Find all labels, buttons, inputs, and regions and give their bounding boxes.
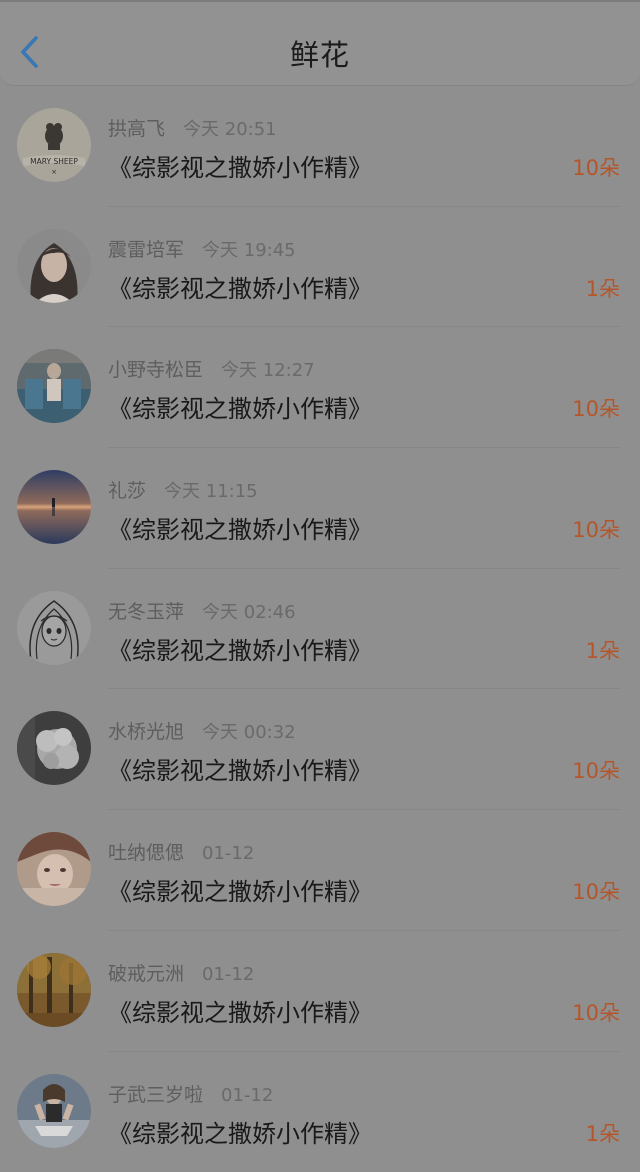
avatar[interactable]: [17, 1074, 91, 1148]
book-title[interactable]: 《综影视之撒娇小作精》: [108, 751, 372, 786]
item-meta: 无冬玉萍今天 02:46: [108, 597, 296, 624]
list-item[interactable]: MARY SHEEP × 拱高飞今天 20:51 《综影视之撒娇小作精》 10朵: [0, 86, 640, 207]
list-item[interactable]: 无冬玉萍今天 02:46 《综影视之撒娇小作精》 1朵: [0, 569, 640, 690]
timestamp: 01-12: [202, 843, 254, 864]
timestamp: 今天 11:15: [164, 481, 258, 502]
flower-count: 10朵: [572, 393, 620, 423]
user-name[interactable]: 震雷培军: [108, 239, 184, 261]
avatar[interactable]: [17, 229, 91, 303]
item-meta: 小野寺松臣今天 12:27: [108, 355, 315, 382]
item-meta: 子武三岁啦 01-12: [108, 1080, 273, 1107]
list-item[interactable]: 水桥光旭今天 00:32 《综影视之撒娇小作精》 10朵: [0, 689, 640, 810]
avatar[interactable]: [17, 711, 91, 785]
flower-list: MARY SHEEP × 拱高飞今天 20:51 《综影视之撒娇小作精》 10朵…: [0, 86, 640, 1172]
avatar[interactable]: [17, 349, 91, 423]
user-name[interactable]: 破戒元洲: [108, 963, 184, 985]
book-title[interactable]: 《综影视之撒娇小作精》: [108, 269, 372, 304]
avatar[interactable]: [17, 832, 91, 906]
white-flowers-icon: [17, 711, 91, 785]
book-title[interactable]: 《综影视之撒娇小作精》: [108, 993, 372, 1028]
book-title[interactable]: 《综影视之撒娇小作精》: [108, 872, 372, 907]
flower-count: 10朵: [572, 514, 620, 544]
user-name[interactable]: 子武三岁啦: [108, 1084, 203, 1106]
item-meta: 水桥光旭今天 00:32: [108, 717, 296, 744]
list-item[interactable]: 礼莎今天 11:15 《综影视之撒娇小作精》 10朵: [0, 448, 640, 569]
book-title[interactable]: 《综影视之撒娇小作精》: [108, 389, 372, 424]
timestamp: 今天 19:45: [202, 240, 296, 261]
user-name[interactable]: 无冬玉萍: [108, 601, 184, 623]
list-item[interactable]: 小野寺松臣今天 12:27 《综影视之撒娇小作精》 10朵: [0, 327, 640, 448]
user-name[interactable]: 小野寺松臣: [108, 359, 203, 381]
flower-count: 10朵: [572, 755, 620, 785]
girl-sitting-icon: [17, 1074, 91, 1148]
woman-closeup-icon: [17, 832, 91, 906]
svg-text:×: ×: [51, 168, 57, 176]
avatar[interactable]: [17, 953, 91, 1027]
timestamp: 今天 02:46: [202, 602, 296, 623]
page-title: 鲜花: [0, 32, 640, 74]
mary-sheep-logo-icon: MARY SHEEP ×: [17, 108, 91, 182]
autumn-forest-icon: [17, 953, 91, 1027]
sunset-reflection-icon: [17, 470, 91, 544]
avatar[interactable]: [17, 470, 91, 544]
user-name[interactable]: 水桥光旭: [108, 721, 184, 743]
item-meta: 震雷培军今天 19:45: [108, 235, 296, 262]
item-meta: 拱高飞今天 20:51: [108, 114, 277, 141]
flower-count: 10朵: [572, 876, 620, 906]
book-title[interactable]: 《综影视之撒娇小作精》: [108, 148, 372, 183]
list-item[interactable]: 破戒元洲 01-12 《综影视之撒娇小作精》 10朵: [0, 931, 640, 1052]
item-meta: 吐纳偲偲 01-12: [108, 838, 254, 865]
list-item[interactable]: 子武三岁啦 01-12 《综影视之撒娇小作精》 1朵: [0, 1052, 640, 1172]
avatar[interactable]: [17, 591, 91, 665]
timestamp: 今天 20:51: [183, 119, 277, 140]
book-title[interactable]: 《综影视之撒娇小作精》: [108, 1114, 372, 1149]
item-meta: 礼莎今天 11:15: [108, 476, 258, 503]
flower-count: 10朵: [572, 152, 620, 182]
anime-girl-sketch-icon: [17, 591, 91, 665]
header-bar: 鲜花: [0, 0, 640, 86]
timestamp: 01-12: [221, 1085, 273, 1106]
woman-portrait-icon: [17, 229, 91, 303]
book-title[interactable]: 《综影视之撒娇小作精》: [108, 510, 372, 545]
item-meta: 破戒元洲 01-12: [108, 959, 254, 986]
user-name[interactable]: 吐纳偲偲: [108, 842, 184, 864]
flower-count: 1朵: [586, 1118, 620, 1148]
timestamp: 01-12: [202, 964, 254, 985]
figure-blue-seat-icon: [17, 349, 91, 423]
list-item[interactable]: 吐纳偲偲 01-12 《综影视之撒娇小作精》 10朵: [0, 810, 640, 931]
flower-count: 1朵: [586, 273, 620, 303]
avatar[interactable]: MARY SHEEP ×: [17, 108, 91, 182]
user-name[interactable]: 拱高飞: [108, 118, 165, 140]
flower-count: 10朵: [572, 997, 620, 1027]
timestamp: 今天 00:32: [202, 722, 296, 743]
timestamp: 今天 12:27: [221, 360, 315, 381]
flower-count: 1朵: [586, 635, 620, 665]
avatar-logo-text: MARY SHEEP: [30, 157, 78, 166]
list-item[interactable]: 震雷培军今天 19:45 《综影视之撒娇小作精》 1朵: [0, 207, 640, 328]
book-title[interactable]: 《综影视之撒娇小作精》: [108, 631, 372, 666]
user-name[interactable]: 礼莎: [108, 480, 146, 502]
